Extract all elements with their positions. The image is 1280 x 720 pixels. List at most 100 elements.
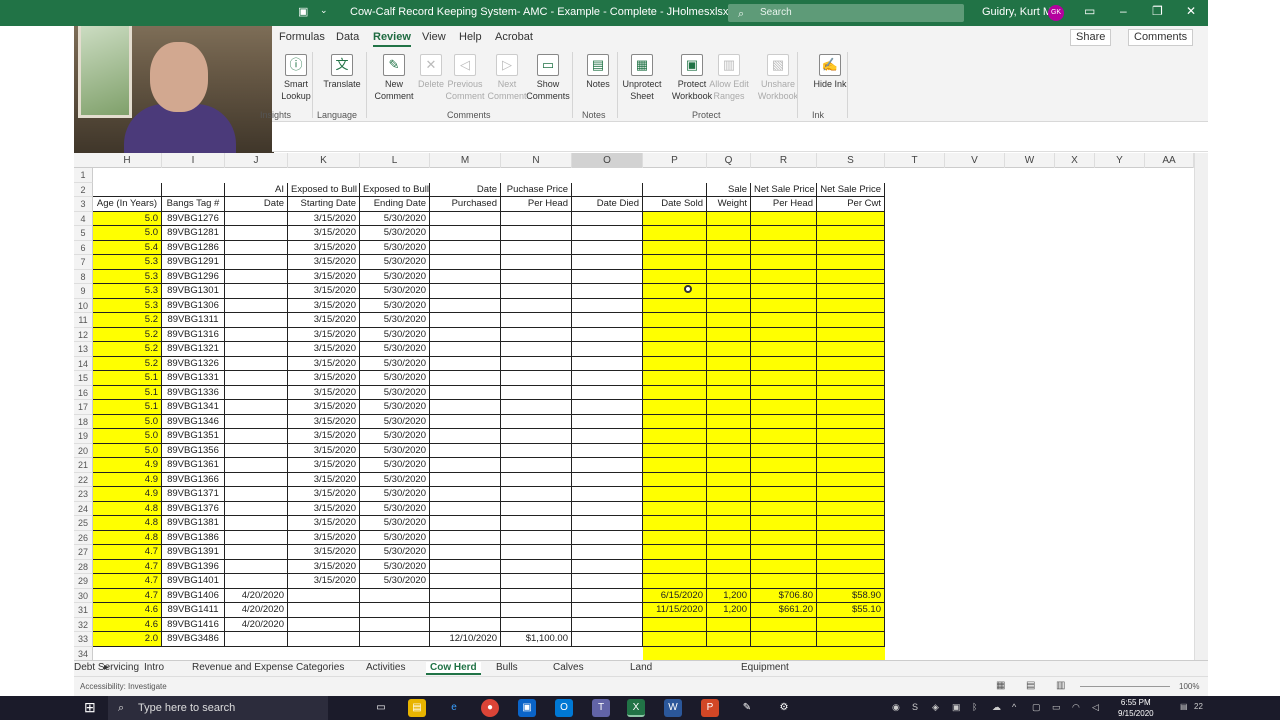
cell-J[interactable] bbox=[225, 342, 288, 357]
cell-R[interactable] bbox=[751, 371, 817, 386]
cell-P[interactable] bbox=[643, 458, 707, 473]
column-header-M[interactable]: M bbox=[430, 153, 501, 168]
row-number[interactable]: 14 bbox=[74, 356, 93, 371]
row-number[interactable]: 11 bbox=[74, 313, 93, 328]
cell-Q[interactable] bbox=[707, 429, 751, 444]
user-name[interactable]: Guidry, Kurt M. bbox=[982, 6, 1055, 18]
cell-K[interactable]: 3/15/2020 bbox=[288, 501, 360, 516]
cell-I[interactable]: 89VBG1376 bbox=[162, 501, 225, 516]
cell-P[interactable]: 11/15/2020 bbox=[643, 603, 707, 618]
cell-N[interactable] bbox=[501, 588, 572, 603]
cell-P[interactable] bbox=[643, 342, 707, 357]
cell-S[interactable] bbox=[817, 255, 885, 270]
cell-M[interactable] bbox=[430, 327, 501, 342]
row-number[interactable]: 12 bbox=[74, 327, 93, 342]
share-button[interactable]: Share bbox=[1070, 29, 1112, 46]
cell-N[interactable] bbox=[501, 487, 572, 502]
cell-Q[interactable] bbox=[707, 617, 751, 632]
cell-P[interactable] bbox=[643, 298, 707, 313]
cell-L[interactable]: 5/30/2020 bbox=[360, 443, 430, 458]
cell-K[interactable]: 3/15/2020 bbox=[288, 298, 360, 313]
cell-Q[interactable] bbox=[707, 255, 751, 270]
cell-L[interactable]: 5/30/2020 bbox=[360, 458, 430, 473]
cell-J[interactable] bbox=[225, 284, 288, 299]
page-break-icon[interactable]: ▥ bbox=[1056, 680, 1065, 691]
cell-J[interactable] bbox=[225, 327, 288, 342]
pen-app-icon[interactable]: ✎ bbox=[738, 699, 756, 717]
cell-P[interactable] bbox=[643, 414, 707, 429]
cell-N[interactable] bbox=[501, 443, 572, 458]
cell-O[interactable] bbox=[572, 400, 643, 415]
cell-P[interactable] bbox=[643, 327, 707, 342]
cell-R[interactable] bbox=[751, 313, 817, 328]
cell-O[interactable] bbox=[572, 313, 643, 328]
cell-I[interactable]: 89VBG1281 bbox=[162, 226, 225, 241]
cell-O[interactable] bbox=[572, 211, 643, 226]
restore-icon[interactable]: ❐ bbox=[1152, 4, 1163, 18]
sheet-tab-2[interactable]: Activities bbox=[366, 662, 405, 673]
cell-N[interactable] bbox=[501, 342, 572, 357]
cell-K[interactable]: 3/15/2020 bbox=[288, 385, 360, 400]
cell-S[interactable] bbox=[817, 313, 885, 328]
cell-R[interactable] bbox=[751, 487, 817, 502]
settings-app-icon[interactable]: ⚙ bbox=[775, 699, 793, 717]
cell-Q[interactable] bbox=[707, 371, 751, 386]
cell-H[interactable]: 4.7 bbox=[93, 559, 162, 574]
cell-L[interactable]: 5/30/2020 bbox=[360, 298, 430, 313]
cell-H[interactable]: 5.2 bbox=[93, 313, 162, 328]
cell-S[interactable] bbox=[817, 574, 885, 589]
cell-L[interactable]: Ending Date bbox=[360, 197, 430, 212]
task-view-icon[interactable]: ▭ bbox=[372, 699, 390, 717]
cell-N[interactable]: Puchase Price bbox=[501, 182, 572, 197]
cell-K[interactable]: 3/15/2020 bbox=[288, 516, 360, 531]
cell-M[interactable] bbox=[430, 501, 501, 516]
cell-H[interactable]: 4.8 bbox=[93, 530, 162, 545]
cell-M[interactable] bbox=[430, 559, 501, 574]
outlook-icon[interactable]: O bbox=[555, 699, 573, 717]
cell-H[interactable]: Age (In Years) bbox=[93, 197, 162, 212]
cell-N[interactable] bbox=[501, 356, 572, 371]
ribbon-button-5[interactable]: ▷ Next Comment bbox=[485, 54, 529, 102]
powerpoint-icon[interactable]: P bbox=[701, 699, 719, 717]
cell-S[interactable] bbox=[817, 211, 885, 226]
ribbon-button-10[interactable]: ▥ Allow Edit Ranges bbox=[707, 54, 751, 102]
cell-M[interactable] bbox=[430, 313, 501, 328]
cell-S[interactable] bbox=[817, 327, 885, 342]
cell-K[interactable]: 3/15/2020 bbox=[288, 487, 360, 502]
cell-Q[interactable] bbox=[707, 501, 751, 516]
cell-M[interactable] bbox=[430, 472, 501, 487]
cell-Q[interactable]: Sale bbox=[707, 182, 751, 197]
cell-M[interactable] bbox=[430, 211, 501, 226]
tab-data[interactable]: Data bbox=[336, 31, 359, 43]
tray-box-icon[interactable]: ▢ bbox=[1032, 702, 1041, 713]
cell-R[interactable] bbox=[751, 385, 817, 400]
cell-O[interactable] bbox=[572, 226, 643, 241]
cell-H[interactable]: 4.9 bbox=[93, 472, 162, 487]
cell-H[interactable]: 2.0 bbox=[93, 632, 162, 647]
cell-J[interactable] bbox=[225, 385, 288, 400]
cell-K[interactable] bbox=[288, 588, 360, 603]
cell-M[interactable] bbox=[430, 603, 501, 618]
cell-L[interactable]: 5/30/2020 bbox=[360, 516, 430, 531]
cell-N[interactable] bbox=[501, 501, 572, 516]
row-number[interactable]: 6 bbox=[74, 240, 93, 255]
cell-N[interactable] bbox=[501, 414, 572, 429]
cell-N[interactable] bbox=[501, 574, 572, 589]
cell-K[interactable]: 3/15/2020 bbox=[288, 371, 360, 386]
cell-J[interactable]: AI bbox=[225, 182, 288, 197]
cell-N[interactable]: $1,100.00 bbox=[501, 632, 572, 647]
tray-wifi-icon[interactable]: ◠ bbox=[1072, 702, 1080, 713]
ribbon-button-12[interactable]: ✍ Hide Ink bbox=[808, 54, 852, 90]
row-number[interactable]: 21 bbox=[74, 458, 93, 473]
cell-N[interactable] bbox=[501, 559, 572, 574]
autosave-icon[interactable]: ▣ bbox=[298, 5, 308, 18]
cell-I[interactable]: 89VBG1336 bbox=[162, 385, 225, 400]
cell-Q[interactable] bbox=[707, 269, 751, 284]
minimize-icon[interactable]: – bbox=[1120, 4, 1127, 18]
sheet-tab-7[interactable]: Equipment bbox=[741, 662, 789, 673]
cell-M[interactable] bbox=[430, 298, 501, 313]
cell-Q[interactable] bbox=[707, 646, 751, 660]
cell-H[interactable]: 4.6 bbox=[93, 603, 162, 618]
cell-H[interactable]: 5.2 bbox=[93, 342, 162, 357]
cell-K[interactable]: 3/15/2020 bbox=[288, 255, 360, 270]
